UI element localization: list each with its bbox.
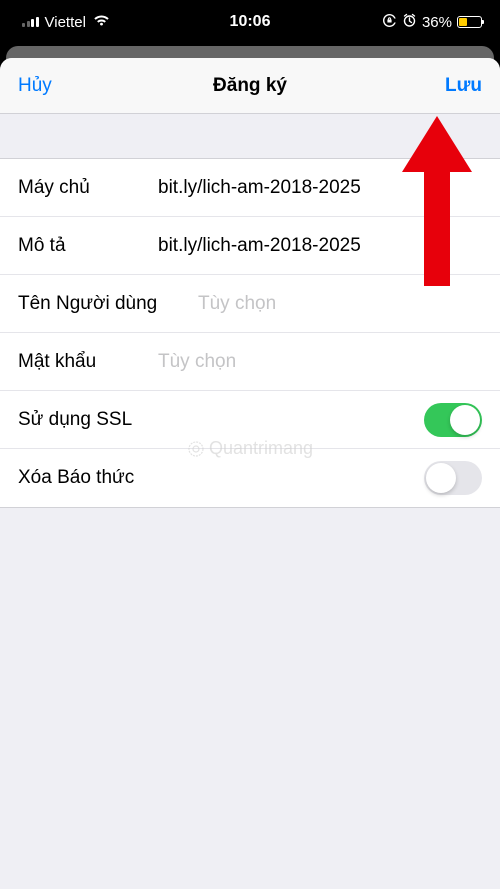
subscription-form: Máy chủ Mô tả Tên Người dùng Mật khẩu Sử… [0, 158, 500, 508]
password-row[interactable]: Mật khẩu [0, 333, 500, 391]
password-input[interactable] [158, 351, 482, 373]
cellular-signal-icon [22, 17, 39, 27]
username-row[interactable]: Tên Người dùng [0, 275, 500, 333]
nav-bar: Hủy Đăng ký Lưu [0, 58, 500, 114]
page-title: Đăng ký [213, 75, 287, 97]
cancel-button[interactable]: Hủy [18, 75, 52, 97]
battery-percent: 36% [422, 14, 452, 31]
remove-alarms-toggle[interactable] [424, 461, 482, 495]
use-ssl-toggle[interactable] [424, 403, 482, 437]
battery-icon [457, 16, 482, 28]
password-label: Mật khẩu [18, 351, 158, 373]
status-left: Viettel [22, 14, 110, 31]
orientation-lock-icon [382, 13, 397, 32]
server-row[interactable]: Máy chủ [0, 159, 500, 217]
server-input[interactable] [158, 177, 482, 199]
wifi-icon [93, 14, 110, 31]
alarm-icon [402, 13, 417, 32]
server-label: Máy chủ [18, 177, 158, 199]
use-ssl-row: Sử dụng SSL [0, 391, 500, 449]
remove-alarms-label: Xóa Báo thức [18, 467, 198, 489]
section-spacer [0, 114, 500, 158]
status-right: 36% [382, 13, 482, 32]
status-time: 10:06 [230, 13, 271, 31]
save-button[interactable]: Lưu [445, 75, 482, 97]
remove-alarms-row: Xóa Báo thức [0, 449, 500, 507]
use-ssl-label: Sử dụng SSL [18, 409, 198, 431]
username-input[interactable] [198, 293, 482, 315]
description-row[interactable]: Mô tả [0, 217, 500, 275]
description-input[interactable] [158, 235, 482, 257]
subscription-sheet: Hủy Đăng ký Lưu Máy chủ Mô tả Tên Người … [0, 58, 500, 889]
status-bar: Viettel 10:06 36% [0, 0, 500, 44]
carrier-label: Viettel [45, 14, 86, 31]
description-label: Mô tả [18, 235, 158, 257]
modal-sheet-container: Hủy Đăng ký Lưu Máy chủ Mô tả Tên Người … [0, 46, 500, 889]
username-label: Tên Người dùng [18, 293, 198, 315]
